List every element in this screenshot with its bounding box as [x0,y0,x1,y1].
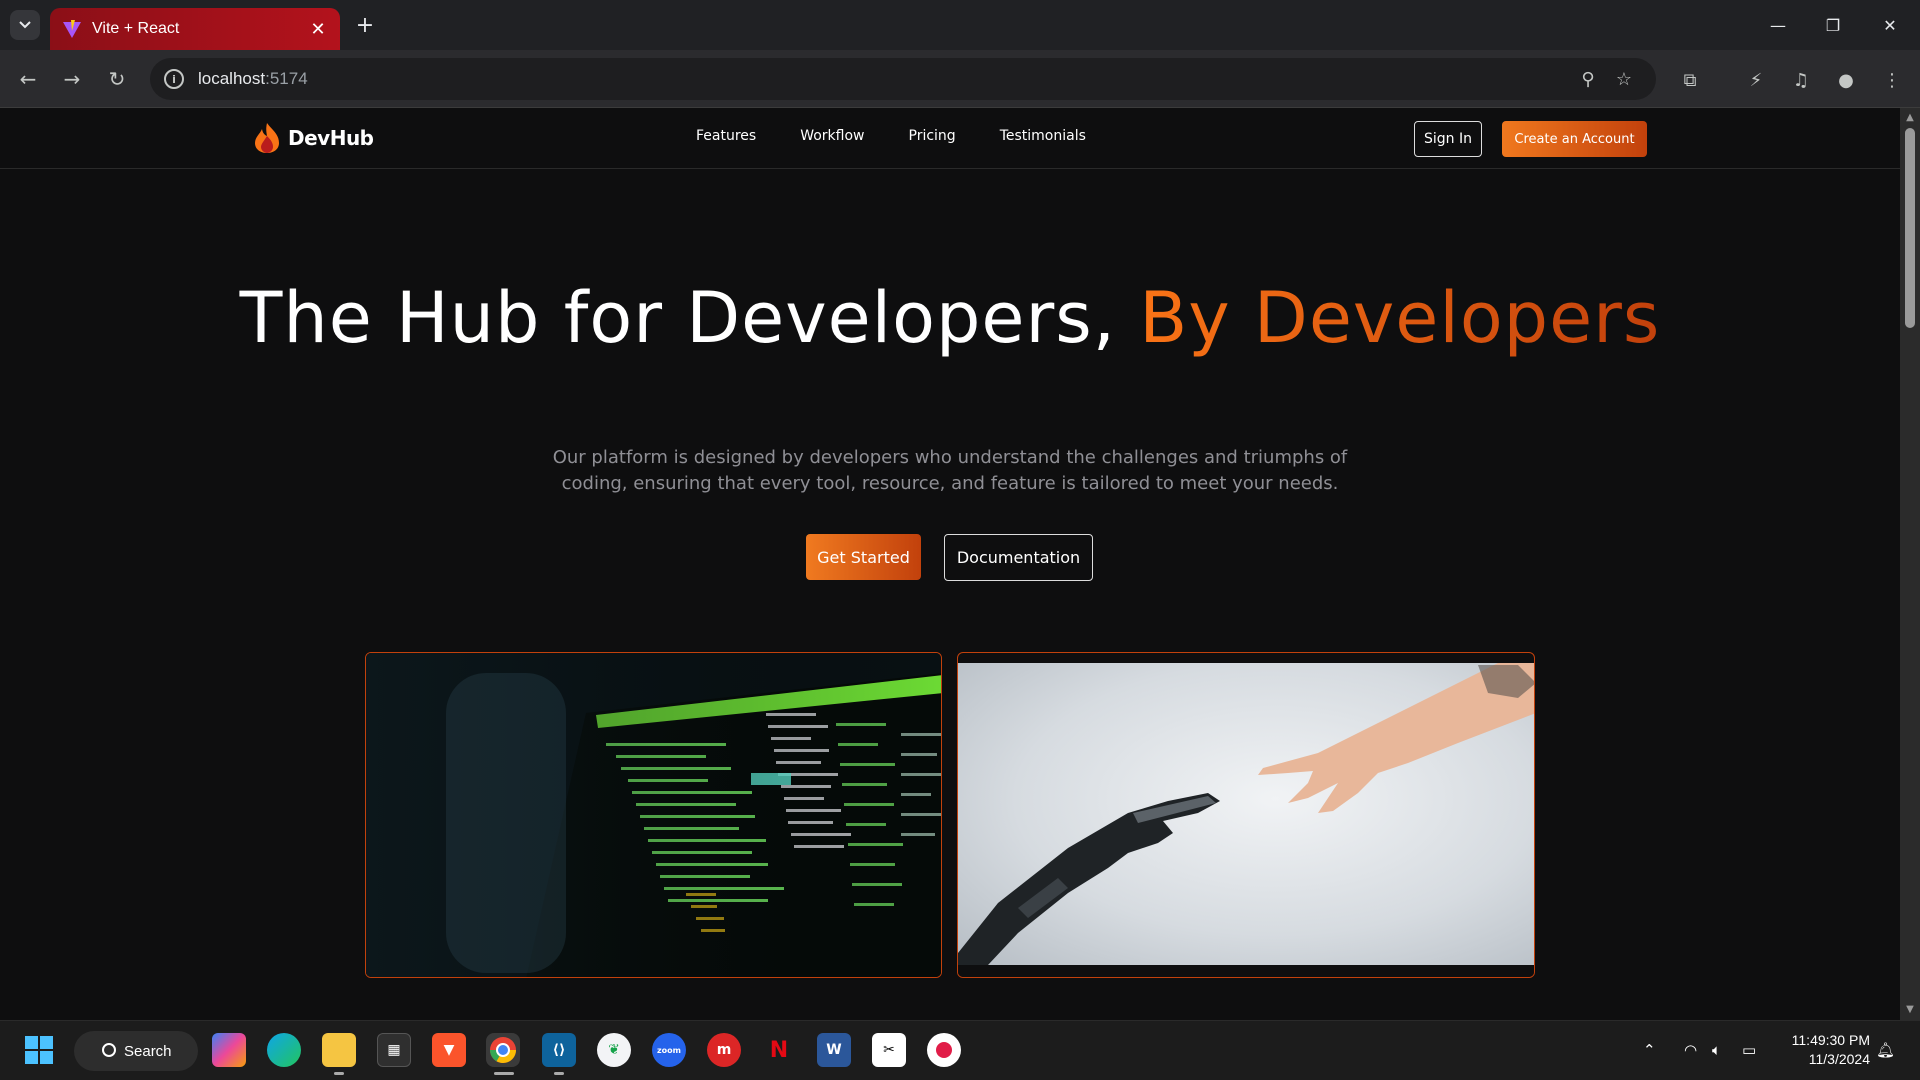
hero-image-terminal [365,652,942,978]
zoom-icon[interactable]: ⚲ [1570,69,1606,90]
flame-logo-icon [255,123,279,153]
running-indicator [334,1072,344,1075]
windows-taskbar: Search ▦ ▼ ⟨⟩ ❦ zoom m N W ✂ ⌃ ◠ 🔈︎ ▭ 11… [0,1020,1920,1080]
robot-human-hands-illustration [958,663,1534,977]
main-nav: Features Workflow Pricing Testimonials [696,128,1086,144]
scroll-up-icon[interactable]: ▲ [1904,112,1916,124]
chevron-down-icon [19,21,31,29]
copilot-icon[interactable] [212,1033,246,1067]
extensions-icon[interactable]: ⧉ [1676,66,1704,94]
profile-icon[interactable]: ● [1832,66,1860,94]
anydesk-icon[interactable]: m [707,1033,741,1067]
vite-favicon-icon [63,20,81,38]
new-tab-button[interactable]: + [352,12,378,38]
record-icon[interactable] [927,1033,961,1067]
minimize-button[interactable]: — [1758,10,1798,40]
nav-testimonials[interactable]: Testimonials [1000,128,1086,144]
site-navbar: DevHub Features Workflow Pricing Testimo… [0,108,1900,169]
brand-name: DevHub [288,126,374,150]
mongodb-icon[interactable]: ❦ [597,1033,631,1067]
page-scrollbar[interactable]: ▲ ▼ [1900,108,1920,1020]
browser-tab-active[interactable]: Vite + React ✕ [50,8,340,50]
performance-icon[interactable]: ⚡ [1742,66,1770,94]
create-account-button[interactable]: Create an Account [1502,121,1647,157]
forward-arrow-icon[interactable]: → [56,63,88,95]
scroll-down-icon[interactable]: ▼ [1904,1004,1916,1016]
menu-kebab-icon[interactable]: ⋮ [1878,66,1906,94]
hero-heading-accent: By Developers [1139,277,1661,359]
notification-bell-icon[interactable]: 🔔︎ [1876,1041,1895,1059]
browser-tab-bar: Vite + React ✕ + — ❐ ✕ [0,0,1920,50]
clock-date: 11/3/2024 [1808,1051,1870,1067]
nav-features[interactable]: Features [696,128,756,144]
back-arrow-icon[interactable]: ← [12,63,44,95]
active-indicator [494,1072,514,1075]
netflix-icon[interactable]: N [762,1033,796,1067]
url-text[interactable]: localhost:5174 [198,69,1570,89]
terminal-screen-illustration [366,653,941,977]
brave-icon[interactable]: ▼ [432,1033,466,1067]
brand-logo[interactable]: DevHub [252,122,374,154]
close-window-button[interactable]: ✕ [1870,10,1910,40]
documentation-button[interactable]: Documentation [944,534,1093,581]
edge-icon[interactable] [267,1033,301,1067]
vscode-icon[interactable]: ⟨⟩ [542,1033,576,1067]
nav-pricing[interactable]: Pricing [909,128,956,144]
hero-subtitle: Our platform is designed by developers w… [552,447,1348,494]
reload-icon[interactable]: ↻ [101,63,133,95]
battery-icon[interactable]: ▭ [1742,1041,1756,1059]
media-control-icon[interactable]: ♫ [1787,66,1815,94]
web-page: DevHub Features Workflow Pricing Testimo… [0,108,1900,1020]
capcut-icon[interactable]: ✂ [872,1033,906,1067]
running-indicator [554,1072,564,1075]
hero-heading: The Hub for Developers, By Developers [0,283,1900,353]
sign-in-button[interactable]: Sign In [1414,121,1482,157]
wifi-icon[interactable]: ◠ [1684,1041,1697,1059]
volume-icon[interactable]: 🔈︎ [1712,1041,1721,1059]
windows-start-icon[interactable] [22,1033,56,1067]
tab-title: Vite + React [92,20,180,37]
search-icon [102,1043,116,1057]
hero-image-hands [957,652,1535,978]
taskbar-search[interactable]: Search [74,1031,198,1071]
taskbar-clock[interactable]: 11:49:30 PM 11/3/2024 [1770,1031,1870,1069]
taskbar-search-label: Search [124,1042,172,1060]
tab-search-button[interactable] [10,10,40,40]
bookmark-star-icon[interactable]: ☆ [1606,69,1642,90]
tab-close-icon[interactable]: ✕ [308,19,328,40]
microsoft-store-icon[interactable]: ▦ [377,1033,411,1067]
hero-heading-main: The Hub for Developers, [239,277,1140,359]
restore-button[interactable]: ❐ [1813,10,1853,40]
address-bar[interactable]: i localhost:5174 ⚲ ☆ [150,58,1656,100]
get-started-button[interactable]: Get Started [806,534,921,580]
zoom-icon[interactable]: zoom [652,1033,686,1067]
clock-time: 11:49:30 PM [1791,1032,1870,1048]
tray-overflow-chevron-icon[interactable]: ⌃ [1643,1041,1656,1059]
browser-toolbar: ← → ↻ i localhost:5174 ⚲ ☆ ⧉ ⚡ ♫ ● ⋮ [0,50,1920,108]
scroll-thumb[interactable] [1905,128,1915,328]
chrome-icon[interactable] [486,1033,520,1067]
nav-workflow[interactable]: Workflow [800,128,864,144]
site-info-icon[interactable]: i [164,69,184,89]
file-explorer-icon[interactable] [322,1033,356,1067]
word-icon[interactable]: W [817,1033,851,1067]
